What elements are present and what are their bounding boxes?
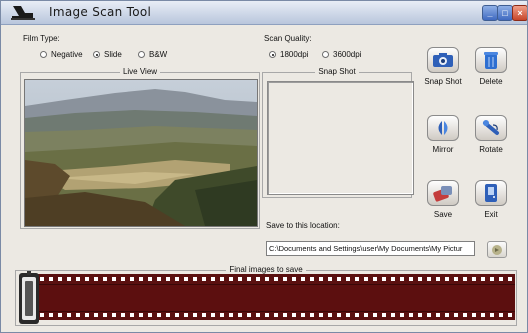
rotate-button[interactable] (475, 115, 507, 141)
window-title: Image Scan Tool (49, 5, 152, 19)
folder-icon (492, 245, 502, 255)
snap-shot-action[interactable]: Snap Shot (418, 47, 468, 86)
scanner-icon (11, 6, 35, 20)
film-canister-icon (19, 271, 39, 324)
film-perforations-top (28, 277, 515, 281)
snap-shot-button[interactable] (427, 47, 459, 73)
save-path-field[interactable]: C:\Documents and Settings\user\My Docume… (266, 241, 475, 256)
film-frames (28, 284, 515, 312)
radio-slide[interactable]: Slide (93, 50, 122, 59)
save-action[interactable]: Save (418, 180, 468, 219)
landscape-photo (25, 80, 257, 226)
radio-label: Slide (104, 50, 122, 59)
save-icon (433, 186, 452, 202)
snap-shot-title: Snap Shot (315, 67, 359, 76)
radio-dot (138, 51, 145, 58)
film-perforations-bottom (28, 313, 515, 317)
radio-dot (322, 51, 329, 58)
radio-1800dpi[interactable]: 1800dpi (269, 50, 308, 59)
exit-door-icon (485, 184, 497, 202)
snap-shot-label: Snap Shot (424, 77, 462, 86)
rotate-action[interactable]: Rotate (466, 115, 516, 154)
delete-button[interactable] (475, 47, 507, 73)
radio-label: 1800dpi (280, 50, 309, 59)
snap-shot-preview (267, 81, 414, 195)
browse-button[interactable] (487, 241, 507, 258)
mirror-action[interactable]: Mirror (418, 115, 468, 154)
film-type-label: Film Type: (23, 34, 60, 43)
app-window: Image Scan Tool _ □ × Film Type: Negativ… (0, 0, 528, 333)
radio-label: 3600dpi (333, 50, 362, 59)
rotate-label: Rotate (479, 145, 503, 154)
live-view-title: Live View (119, 67, 161, 76)
exit-action[interactable]: Exit (466, 180, 516, 219)
trash-icon (484, 52, 498, 69)
radio-label: Negative (51, 50, 83, 59)
save-button[interactable] (427, 180, 459, 206)
maximize-button[interactable]: □ (497, 5, 513, 21)
scan-quality-label: Scan Quality: (264, 34, 312, 43)
mirror-label: Mirror (432, 145, 454, 154)
exit-button[interactable] (475, 180, 507, 206)
film-strip[interactable] (28, 274, 515, 320)
camera-icon (433, 53, 453, 67)
radio-dot (93, 51, 100, 58)
radio-3600dpi[interactable]: 3600dpi (322, 50, 361, 59)
title-bar[interactable]: Image Scan Tool _ □ × (1, 1, 527, 25)
rotate-icon (483, 120, 499, 135)
live-view-image (24, 79, 258, 227)
radio-label: B&W (149, 50, 168, 59)
mirror-icon (438, 121, 448, 135)
final-images-title: Final images to save (226, 265, 306, 274)
minimize-button[interactable]: _ (482, 5, 498, 21)
exit-label: Exit (484, 210, 498, 219)
close-button[interactable]: × (512, 5, 527, 21)
save-location-label: Save to this location: (266, 221, 340, 230)
radio-bw[interactable]: B&W (138, 50, 167, 59)
delete-action[interactable]: Delete (466, 47, 516, 86)
mirror-button[interactable] (427, 115, 459, 141)
radio-dot (269, 51, 276, 58)
delete-label: Delete (479, 77, 503, 86)
radio-dot (40, 51, 47, 58)
save-label: Save (433, 210, 453, 219)
radio-negative[interactable]: Negative (40, 50, 83, 59)
